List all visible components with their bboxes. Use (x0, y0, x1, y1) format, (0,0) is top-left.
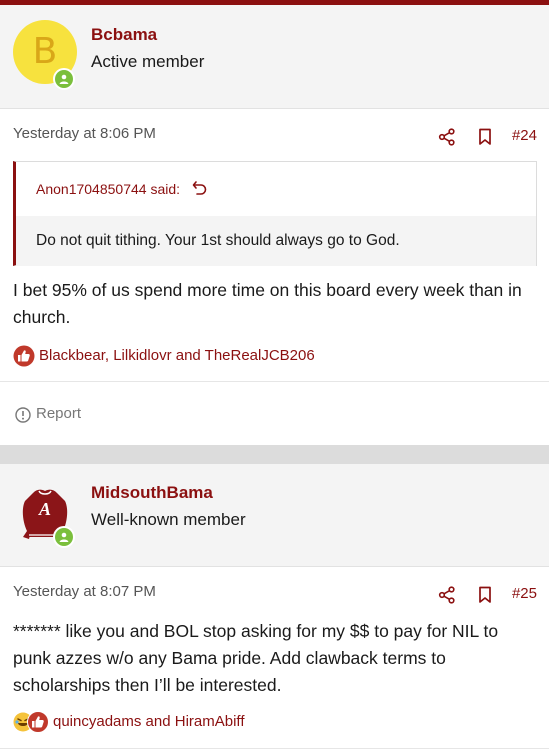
post-meta: Yesterday at 8:06 PM #24 (0, 111, 549, 159)
post-message: I bet 95% of us spend more time on this … (13, 280, 522, 327)
username[interactable]: Bcbama (91, 25, 157, 45)
reaction-users[interactable]: Blackbear, Lilkidlovr and TheRealJCB206 (39, 347, 315, 364)
share-icon[interactable] (438, 586, 456, 604)
quote-text: Do not quit tithing. Your 1st should alw… (36, 232, 400, 249)
post-meta: Yesterday at 8:07 PM #25 (0, 569, 549, 617)
bookmark-icon[interactable] (478, 128, 492, 146)
like-reaction-icon (27, 711, 49, 733)
post-date[interactable]: Yesterday at 8:06 PM (13, 125, 156, 142)
post-message: ******* like you and BOL stop asking for… (13, 621, 499, 695)
post-number[interactable]: #24 (512, 127, 537, 144)
online-status-icon (53, 68, 75, 90)
user-bar: B Bcbama Active member (0, 5, 549, 109)
bookmark-icon[interactable] (478, 586, 492, 604)
post-number[interactable]: #25 (512, 585, 537, 602)
quote-block: Anon1704850744 said: Do not quit tithing… (13, 161, 537, 266)
post-footer: Report (0, 381, 549, 445)
user-title: Active member (91, 52, 205, 71)
online-status-icon (53, 526, 75, 548)
post-date[interactable]: Yesterday at 8:07 PM (13, 583, 156, 600)
user-title: Well-known member (91, 510, 246, 529)
username[interactable]: MidsouthBama (91, 483, 213, 503)
reaction-users[interactable]: quincyadams and HiramAbiff (53, 713, 244, 730)
post-25: A MidsouthBama Well-known member Yesterd… (0, 464, 549, 750)
svg-text:A: A (38, 499, 51, 519)
share-icon[interactable] (438, 128, 456, 146)
like-reaction-icon (13, 345, 35, 367)
user-bar: A MidsouthBama Well-known member (0, 464, 549, 567)
post-24: B Bcbama Active member Yesterday at 8:06… (0, 5, 549, 445)
report-icon[interactable] (15, 407, 31, 423)
jump-to-quote-icon[interactable] (192, 180, 208, 196)
quote-author[interactable]: Anon1704850744 said: (36, 181, 180, 197)
report-link[interactable]: Report (36, 405, 81, 422)
